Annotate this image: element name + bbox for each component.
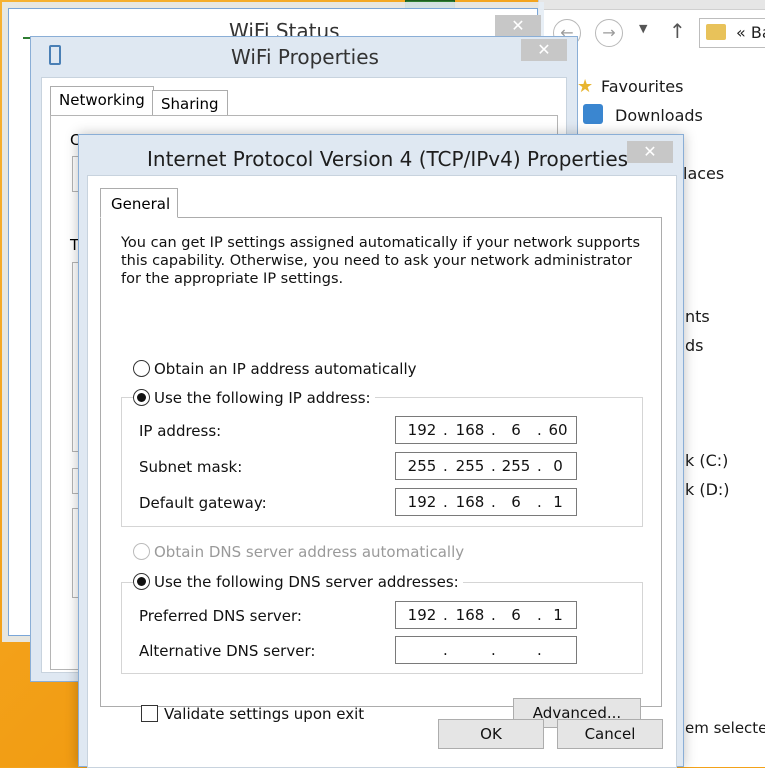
alternative-dns-field[interactable]: . . .	[395, 636, 577, 664]
pdns-octet-2: 168	[455, 606, 485, 624]
use-following-ip-label: Use the following IP address:	[154, 389, 371, 407]
pdns-octet-4: 1	[553, 606, 563, 624]
pdns-octet-1: 192	[407, 606, 437, 624]
ok-button[interactable]: OK	[438, 719, 544, 749]
preferred-dns-label: Preferred DNS server:	[139, 607, 302, 625]
default-gateway-field[interactable]: 192. 168. 6. 1	[395, 488, 577, 516]
nav-item-downloads-2[interactable]: ds	[685, 336, 704, 355]
gateway-octet-3: 6	[511, 493, 521, 511]
alternative-dns-label: Alternative DNS server:	[139, 642, 316, 660]
folder-icon	[706, 24, 726, 40]
tab-sharing[interactable]: Sharing	[152, 90, 228, 116]
ip-address-field[interactable]: 192. 168. 6. 60	[395, 416, 577, 444]
subnet-octet-1: 255	[407, 457, 437, 475]
close-button[interactable]: ✕	[495, 15, 541, 37]
preferred-dns-field[interactable]: 192. 168. 6. 1	[395, 601, 577, 629]
nav-item-disk-c[interactable]: k (C:)	[685, 451, 728, 470]
gateway-octet-1: 192	[407, 493, 437, 511]
dialog-body: General You can get IP settings assigned…	[87, 175, 677, 768]
recent-locations-chevron-icon[interactable]: ▼	[639, 22, 647, 35]
status-bar-text: em selected	[685, 719, 765, 737]
nav-item-places[interactable]: laces	[683, 164, 724, 183]
network-adapter-icon	[49, 45, 61, 65]
gateway-octet-4: 1	[553, 493, 563, 511]
subnet-octet-4: 0	[553, 457, 563, 475]
ipv4-properties-dialog: Internet Protocol Version 4 (TCP/IPv4) P…	[78, 134, 684, 768]
close-button[interactable]: ✕	[521, 39, 567, 61]
obtain-dns-auto-option: Obtain DNS server address automatically	[133, 543, 469, 561]
explorer-titlebar	[539, 0, 765, 10]
pdns-octet-3: 6	[511, 606, 521, 624]
window-title: WiFi Properties	[231, 45, 379, 69]
nav-item-documents[interactable]: nts	[685, 307, 710, 326]
obtain-ip-auto-radio[interactable]	[133, 360, 150, 377]
dialog-title: Internet Protocol Version 4 (TCP/IPv4) P…	[147, 147, 629, 171]
subnet-octet-3: 255	[501, 457, 531, 475]
address-text: « Ba	[736, 23, 765, 42]
tab-networking[interactable]: Networking	[50, 86, 154, 116]
tab-general[interactable]: General	[100, 188, 178, 218]
subnet-mask-label: Subnet mask:	[139, 458, 243, 476]
nav-item-favourites[interactable]: Favourites	[601, 77, 683, 96]
validate-settings-label: Validate settings upon exit	[164, 705, 365, 723]
address-bar[interactable]: « Ba	[699, 18, 765, 48]
nav-item-disk-d[interactable]: k (D:)	[685, 480, 730, 499]
use-following-dns-radio[interactable]	[133, 573, 150, 590]
ip-octet-4: 60	[548, 421, 568, 439]
forward-arrow-icon[interactable]: →	[595, 19, 623, 47]
ip-octet-1: 192	[407, 421, 437, 439]
default-gateway-label: Default gateway:	[139, 494, 267, 512]
subnet-octet-2: 255	[455, 457, 485, 475]
ip-address-label: IP address:	[139, 422, 222, 440]
use-following-dns-label: Use the following DNS server addresses:	[154, 573, 459, 591]
ip-octet-3: 6	[511, 421, 521, 439]
nav-item-downloads[interactable]: Downloads	[615, 106, 703, 125]
close-button[interactable]: ✕	[627, 141, 673, 163]
cancel-button[interactable]: Cancel	[557, 719, 663, 749]
gateway-octet-2: 168	[455, 493, 485, 511]
validate-settings-option[interactable]: Validate settings upon exit	[141, 705, 364, 723]
obtain-ip-auto-option[interactable]: Obtain an IP address automatically	[133, 360, 421, 378]
obtain-dns-auto-label: Obtain DNS server address automatically	[154, 543, 465, 561]
obtain-ip-auto-label: Obtain an IP address automatically	[154, 360, 417, 378]
up-arrow-icon[interactable]: ↑	[669, 19, 686, 43]
obtain-dns-auto-radio	[133, 543, 150, 560]
validate-settings-checkbox[interactable]	[141, 705, 158, 722]
general-tab-panel: You can get IP settings assigned automat…	[100, 217, 662, 728]
subnet-mask-field[interactable]: 255. 255. 255. 0	[395, 452, 577, 480]
use-following-ip-radio[interactable]	[133, 389, 150, 406]
description-text: You can get IP settings assigned automat…	[121, 235, 641, 287]
use-following-ip-option[interactable]: Use the following IP address:	[133, 389, 375, 407]
downloads-folder-icon	[583, 104, 603, 124]
ip-octet-2: 168	[455, 421, 485, 439]
favourites-star-icon: ★	[577, 76, 594, 97]
use-following-dns-option[interactable]: Use the following DNS server addresses:	[133, 573, 463, 591]
